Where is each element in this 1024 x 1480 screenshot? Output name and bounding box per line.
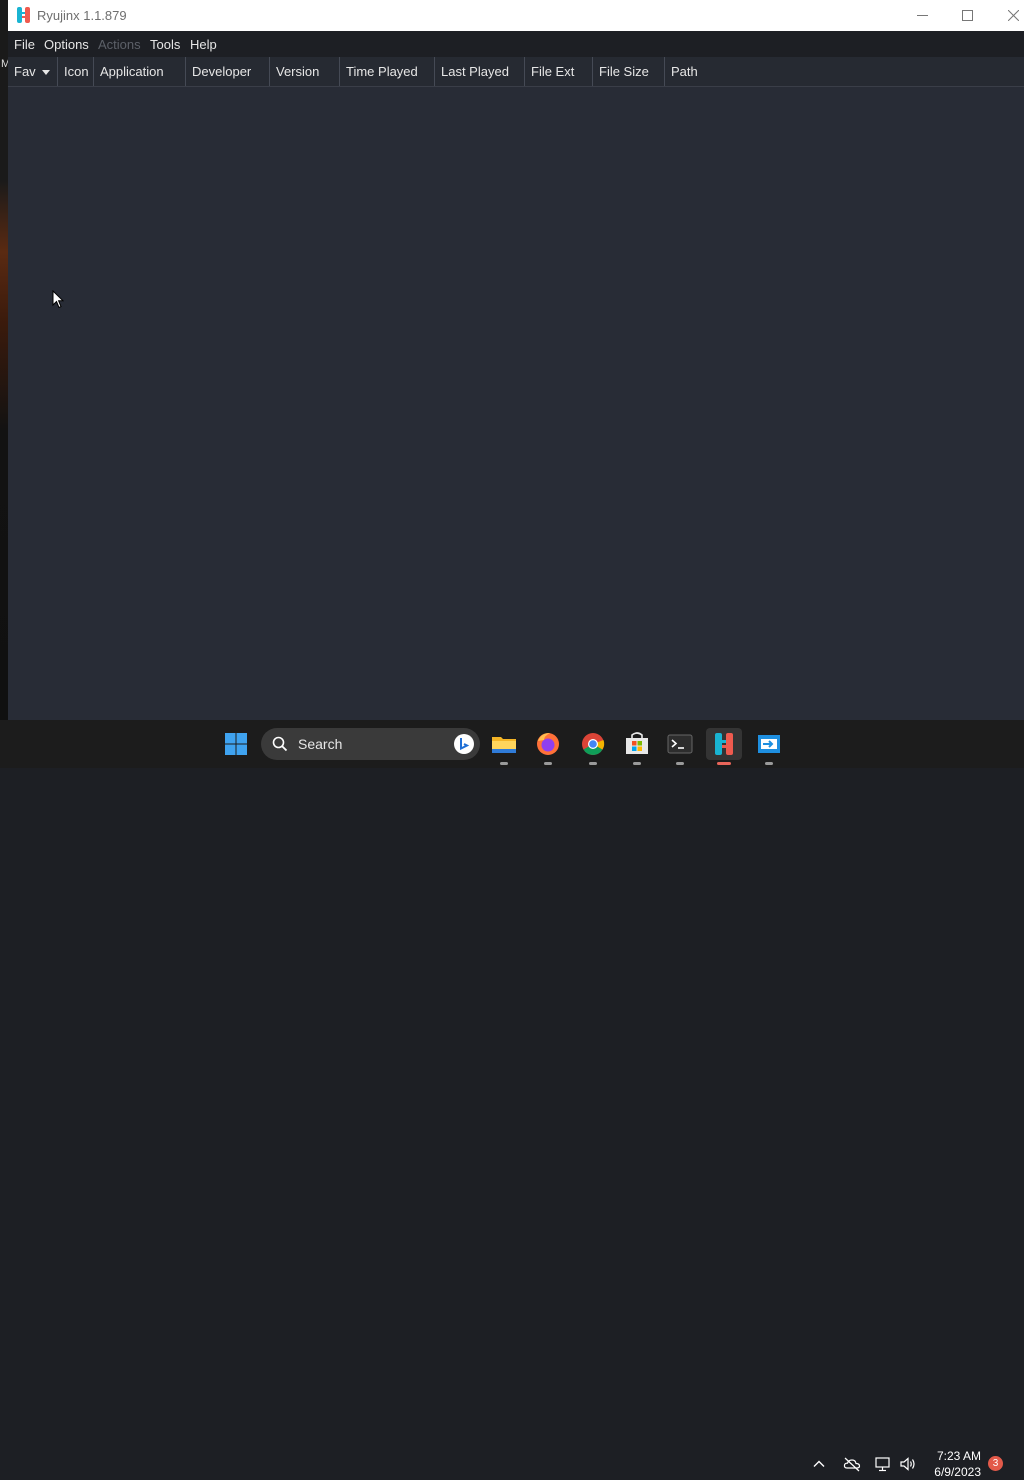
- column-label: Path: [671, 64, 698, 79]
- column-fav[interactable]: Fav: [8, 57, 58, 86]
- column-label: File Ext: [531, 64, 575, 79]
- column-label: Developer: [192, 64, 252, 79]
- mouse-cursor-icon: [52, 289, 65, 314]
- column-label: Application: [100, 64, 164, 79]
- bing-icon[interactable]: [454, 734, 474, 754]
- menu-help[interactable]: Help: [190, 37, 217, 52]
- start-icon[interactable]: [220, 728, 252, 760]
- game-list-header: Fav Icon Application Developer Version T…: [8, 57, 1024, 87]
- file-explorer-icon[interactable]: [488, 728, 520, 765]
- show-hidden-icons-icon[interactable]: [811, 1456, 827, 1477]
- remote-desktop-icon[interactable]: [753, 728, 785, 765]
- running-indicator: [765, 762, 773, 765]
- column-icon[interactable]: Icon: [58, 57, 94, 86]
- running-indicator: [589, 762, 597, 765]
- window-title: Ryujinx 1.1.879: [37, 8, 127, 23]
- menu-file[interactable]: File: [14, 37, 35, 52]
- game-list[interactable]: [8, 87, 1024, 720]
- network-icon[interactable]: [874, 1456, 892, 1477]
- firefox-icon[interactable]: [532, 728, 564, 765]
- column-time-played[interactable]: Time Played: [340, 57, 435, 86]
- menu-tools[interactable]: Tools: [150, 37, 180, 52]
- maximize-button[interactable]: [944, 0, 990, 31]
- column-last-played[interactable]: Last Played: [435, 57, 525, 86]
- terminal-icon[interactable]: [664, 728, 696, 765]
- taskbar-clock[interactable]: 7:23 AM 6/9/2023: [934, 1448, 981, 1480]
- search-placeholder: Search: [298, 736, 343, 752]
- taskbar: 7:23 AM 6/9/2023 3: [0, 720, 1024, 1479]
- running-indicator: [500, 762, 508, 765]
- app-window: Ryujinx 1.1.879 File Options Actions Too…: [8, 0, 1024, 720]
- running-indicator: [676, 762, 684, 765]
- search-icon: [272, 736, 288, 757]
- running-indicator: [544, 762, 552, 765]
- column-version[interactable]: Version: [270, 57, 340, 86]
- minimize-button[interactable]: [899, 0, 945, 31]
- chrome-icon[interactable]: [577, 728, 609, 765]
- column-label: Time Played: [346, 64, 418, 79]
- clock-date: 6/9/2023: [934, 1465, 981, 1479]
- microsoft-store-icon[interactable]: [621, 728, 653, 765]
- menu-options[interactable]: Options: [44, 37, 89, 52]
- sort-descending-icon: [41, 70, 50, 76]
- notification-badge[interactable]: 3: [988, 1456, 1003, 1471]
- column-path[interactable]: Path: [665, 57, 1024, 86]
- menu-bar: File Options Actions Tools Help: [8, 31, 1024, 57]
- taskbar-search[interactable]: Search: [261, 728, 480, 760]
- column-label: Version: [276, 64, 320, 79]
- column-label: Icon: [64, 64, 89, 79]
- ryujinx-icon[interactable]: [706, 728, 742, 765]
- column-label: Last Played: [441, 64, 509, 79]
- running-indicator: [633, 762, 641, 765]
- column-developer[interactable]: Developer: [186, 57, 270, 86]
- close-button[interactable]: [990, 0, 1024, 31]
- column-label: Fav: [14, 64, 36, 79]
- menu-actions: Actions: [98, 37, 141, 52]
- ryujinx-logo-icon: [17, 7, 31, 23]
- column-file-ext[interactable]: File Ext: [525, 57, 593, 86]
- column-application[interactable]: Application: [94, 57, 186, 86]
- title-bar[interactable]: Ryujinx 1.1.879: [8, 0, 1024, 31]
- volume-icon[interactable]: [899, 1456, 917, 1477]
- clock-time: 7:23 AM: [936, 1449, 981, 1463]
- column-file-size[interactable]: File Size: [593, 57, 665, 86]
- onedrive-offline-icon[interactable]: [843, 1456, 861, 1477]
- active-indicator: [717, 762, 731, 765]
- column-label: File Size: [599, 64, 649, 79]
